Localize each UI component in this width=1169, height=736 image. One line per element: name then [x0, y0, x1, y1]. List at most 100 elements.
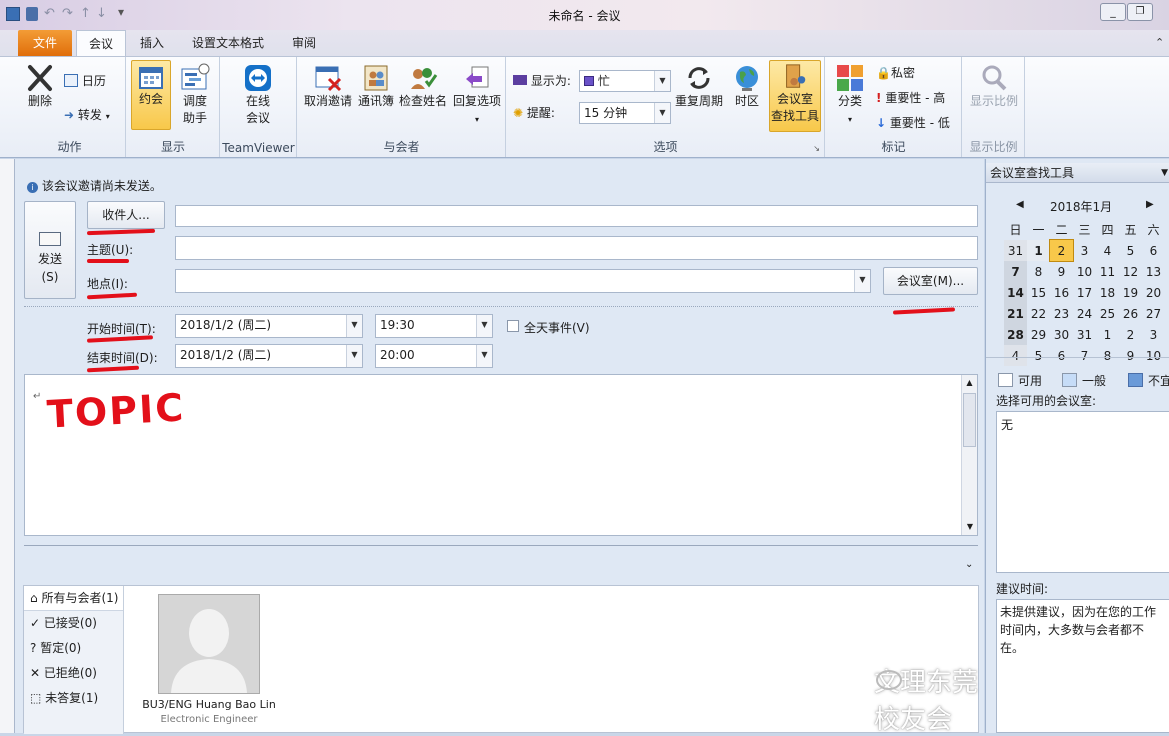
calendar-day[interactable]: 1: [1027, 240, 1050, 261]
options-dialog-launcher-icon[interactable]: ↘: [813, 144, 820, 153]
calendar-day[interactable]: 9: [1050, 261, 1073, 282]
end-time-select[interactable]: 20:00 ▼: [375, 344, 493, 368]
calendar-day[interactable]: 9: [1119, 345, 1142, 366]
tab-review[interactable]: 审阅: [282, 30, 326, 56]
calendar-day[interactable]: 20: [1142, 282, 1165, 303]
calendar-day[interactable]: 6: [1142, 240, 1165, 261]
calendar-button[interactable]: 日历: [64, 71, 106, 91]
room-finder-button[interactable]: 会议室 查找工具: [769, 60, 821, 132]
calendar-day[interactable]: 10: [1073, 261, 1096, 282]
scroll-thumb[interactable]: [963, 393, 976, 447]
low-importance-button[interactable]: ↓ 重要性 - 低: [876, 113, 950, 133]
calendar-day[interactable]: 12: [1119, 261, 1142, 282]
to-field[interactable]: [175, 205, 978, 227]
calendar-day[interactable]: 30: [1050, 324, 1073, 345]
calendar-day[interactable]: 8: [1096, 345, 1119, 366]
calendar-day[interactable]: 3: [1142, 324, 1165, 345]
calendar-day[interactable]: 21: [1004, 303, 1027, 324]
tab-meeting[interactable]: 会议: [76, 30, 126, 56]
calendar-day[interactable]: 2: [1049, 239, 1074, 262]
recurrence-button[interactable]: 重复周期: [673, 63, 725, 110]
calendar-day[interactable]: 11: [1096, 261, 1119, 282]
calendar-day[interactable]: 27: [1142, 303, 1165, 324]
calendar-day[interactable]: 14: [1004, 282, 1027, 303]
delete-button[interactable]: 删除: [22, 63, 58, 110]
filter-tentative[interactable]: ? 暂定(0): [24, 636, 123, 661]
body-scrollbar[interactable]: ▲ ▼: [961, 375, 977, 535]
filter-declined[interactable]: ✕ 已拒绝(0): [24, 661, 123, 686]
calendar-day[interactable]: 4: [1096, 240, 1119, 261]
filter-all-attendees[interactable]: ⌂ 所有与会者(1): [24, 586, 123, 611]
avatar[interactable]: [158, 594, 260, 694]
calendar-day[interactable]: 16: [1050, 282, 1073, 303]
chevron-down-icon[interactable]: ▼: [962, 519, 978, 535]
scheduling-assistant-button[interactable]: 调度 助手: [175, 63, 215, 127]
high-importance-button[interactable]: ! 重要性 - 高: [876, 88, 945, 108]
zoom-button[interactable]: 显示比例: [967, 63, 1021, 110]
weekday-header: 三: [1078, 223, 1091, 237]
end-date-select[interactable]: 2018/1/2 (周二) ▼: [175, 344, 363, 368]
tab-file[interactable]: 文件: [18, 30, 72, 56]
maximize-button[interactable]: ❐: [1127, 3, 1153, 21]
calendar-day[interactable]: 10: [1142, 345, 1165, 366]
next-month-icon[interactable]: ▶: [1146, 199, 1154, 210]
categorize-button[interactable]: 分类 ▾: [830, 63, 870, 128]
calendar-day[interactable]: 19: [1119, 282, 1142, 303]
check-names-button[interactable]: 检查姓名: [397, 63, 449, 110]
calendar-day[interactable]: 5: [1027, 345, 1050, 366]
collapse-ribbon-icon[interactable]: ⌃: [1155, 36, 1164, 49]
tab-insert[interactable]: 插入: [130, 30, 174, 56]
to-button[interactable]: 收件人...: [87, 201, 165, 229]
calendar-day[interactable]: 8: [1027, 261, 1050, 282]
reminder-select[interactable]: 15 分钟 ▼: [579, 102, 671, 124]
start-date-select[interactable]: 2018/1/2 (周二) ▼: [175, 314, 363, 338]
calendar-day[interactable]: 5: [1119, 240, 1142, 261]
rooms-list-item[interactable]: 无: [1001, 418, 1013, 432]
subject-field[interactable]: [175, 236, 978, 260]
calendar-day[interactable]: 26: [1119, 303, 1142, 324]
calendar-day[interactable]: 3: [1073, 240, 1096, 261]
calendar-day[interactable]: 15: [1027, 282, 1050, 303]
calendar-day[interactable]: 18: [1096, 282, 1119, 303]
calendar-day[interactable]: 4: [1004, 345, 1027, 366]
address-book-button[interactable]: 通讯簿: [356, 63, 396, 110]
response-options-button[interactable]: 回复选项 ▾: [450, 63, 504, 128]
start-time-select[interactable]: 19:30 ▼: [375, 314, 493, 338]
minimize-button[interactable]: _: [1100, 3, 1126, 21]
calendar-day[interactable]: 6: [1050, 345, 1073, 366]
cancel-invitation-button[interactable]: 取消邀请: [302, 63, 354, 110]
calendar-day[interactable]: 28: [1004, 324, 1027, 345]
calendar-day[interactable]: 23: [1050, 303, 1073, 324]
expand-attendees-icon[interactable]: ⌄: [965, 559, 973, 570]
calendar-day[interactable]: 2: [1119, 324, 1142, 345]
send-button[interactable]: 发送 (S): [24, 201, 76, 299]
location-field[interactable]: ▼: [175, 269, 871, 293]
calendar-day[interactable]: 1: [1096, 324, 1119, 345]
online-meeting-button[interactable]: 在线 会议: [235, 63, 281, 127]
show-as-select[interactable]: 忙 ▼: [579, 70, 671, 92]
filter-accepted[interactable]: ✓ 已接受(0): [24, 611, 123, 636]
calendar-day[interactable]: 29: [1027, 324, 1050, 345]
calendar-day[interactable]: 24: [1073, 303, 1096, 324]
timezones-button[interactable]: 时区: [727, 63, 767, 110]
calendar-day[interactable]: 25: [1096, 303, 1119, 324]
filter-no-response[interactable]: ⬚ 未答复(1): [24, 686, 123, 711]
calendar-day[interactable]: 22: [1027, 303, 1050, 324]
prev-month-icon[interactable]: ◀: [1016, 199, 1024, 210]
body-editor[interactable]: ↵ TOPIC ▲ ▼: [24, 374, 978, 536]
chevron-up-icon[interactable]: ▲: [962, 375, 977, 391]
forward-button[interactable]: ➜ 转发 ▾: [64, 105, 110, 125]
calendar-day[interactable]: 31: [1073, 324, 1096, 345]
calendar-day[interactable]: 17: [1073, 282, 1096, 303]
tab-format-text[interactable]: 设置文本格式: [182, 30, 274, 56]
rooms-button[interactable]: 会议室(M)...: [883, 267, 978, 295]
calendar-day[interactable]: 7: [1073, 345, 1096, 366]
calendar-day[interactable]: 31: [1004, 240, 1027, 261]
calendar-day[interactable]: 7: [1004, 261, 1027, 282]
calendar-day[interactable]: 13: [1142, 261, 1165, 282]
allday-checkbox[interactable]: [507, 320, 519, 332]
appointment-button[interactable]: 约会: [131, 60, 171, 130]
pane-menu-icon[interactable]: ▼: [1161, 163, 1168, 183]
rooms-list[interactable]: 无: [996, 411, 1169, 573]
private-button[interactable]: 🔒私密: [876, 63, 915, 83]
